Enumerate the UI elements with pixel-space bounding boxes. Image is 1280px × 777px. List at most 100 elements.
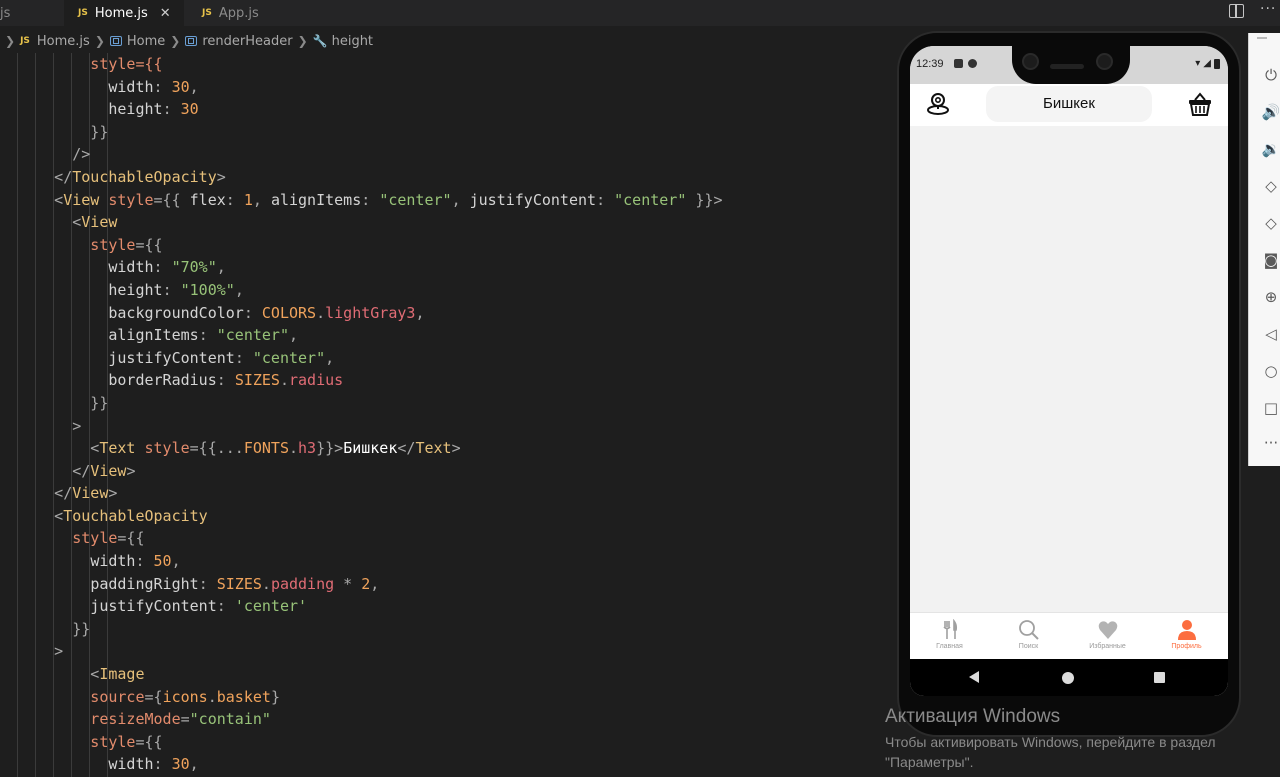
- code-line[interactable]: <View style={{ flex: 1, alignItems: "cen…: [0, 189, 880, 212]
- code-line[interactable]: }}: [0, 392, 880, 415]
- code-line[interactable]: paddingRight: SIZES.padding * 2,: [0, 573, 880, 596]
- code-token: >: [126, 461, 136, 480]
- nav-home-icon[interactable]: [1062, 672, 1074, 684]
- code-line[interactable]: borderRadius: SIZES.radius: [0, 369, 880, 392]
- phone-screen: 12:39 ▾ ◢ Бишкек Главная Поиск Избранные…: [910, 46, 1228, 696]
- app-tab-home[interactable]: Главная: [910, 613, 989, 660]
- code-line[interactable]: style={{: [0, 527, 880, 550]
- code-token: flex: [189, 190, 226, 209]
- code-line[interactable]: height: 30: [0, 98, 880, 121]
- code-line[interactable]: }}: [0, 618, 880, 641]
- code-line[interactable]: <Text style={{...FONTS.h3}}>Бишкек</Text…: [0, 437, 880, 460]
- code-token: ,: [216, 258, 226, 277]
- app-tab-search[interactable]: Поиск: [989, 613, 1068, 660]
- breadcrumb-item-height[interactable]: height: [332, 34, 373, 49]
- code-line[interactable]: justifyContent: "center",: [0, 347, 880, 370]
- code-line[interactable]: >: [0, 415, 880, 438]
- code-token: :: [225, 190, 244, 209]
- code-line[interactable]: <TouchableOpacity: [0, 505, 880, 528]
- code-line[interactable]: resizeMode="contain": [0, 708, 880, 731]
- code-line[interactable]: width: "70%",: [0, 256, 880, 279]
- code-line[interactable]: <Image: [0, 663, 880, 686]
- volume-down-icon[interactable]: 🔉: [1261, 139, 1280, 159]
- code-line[interactable]: width: 30,: [0, 76, 880, 99]
- code-line[interactable]: </View>: [0, 460, 880, 483]
- home-icon[interactable]: ○: [1261, 361, 1280, 381]
- sync-icon: [968, 59, 977, 68]
- code-line[interactable]: </View>: [0, 482, 880, 505]
- breadcrumb-item-render-header[interactable]: renderHeader: [202, 34, 292, 49]
- code-token: }}: [0, 393, 109, 412]
- split-editor-icon[interactable]: [1229, 4, 1244, 18]
- search-icon: [1019, 620, 1039, 640]
- breadcrumb-item-home[interactable]: Home: [127, 34, 165, 49]
- status-time: 12:39: [916, 58, 944, 70]
- breadcrumb-item-file[interactable]: Home.js: [37, 34, 90, 49]
- code-line[interactable]: }}: [0, 121, 880, 144]
- tab-app-js[interactable]: JS App.js: [184, 0, 284, 26]
- basket-icon[interactable]: [1186, 90, 1214, 118]
- drag-handle[interactable]: [1257, 37, 1267, 39]
- code-token: 2: [361, 574, 371, 593]
- code-line[interactable]: source={icons.basket}: [0, 686, 880, 709]
- code-line[interactable]: backgroundColor: COLORS.lightGray3,: [0, 302, 880, 325]
- code-line[interactable]: justifyContent: 'center': [0, 595, 880, 618]
- code-token: 30: [171, 77, 190, 96]
- tab-partial[interactable]: js: [0, 0, 14, 26]
- code-line[interactable]: width: 50,: [0, 550, 880, 573]
- more-actions-icon[interactable]: ···: [1260, 1, 1276, 17]
- code-line[interactable]: style={{: [0, 731, 880, 754]
- nav-recents-icon[interactable]: [1154, 672, 1165, 683]
- app-tab-favorites[interactable]: Избранные: [1068, 613, 1147, 660]
- close-icon[interactable]: ✕: [160, 6, 171, 21]
- volume-up-icon[interactable]: 🔊: [1261, 102, 1280, 122]
- code-token: alignItems: [270, 190, 362, 209]
- app-tab-profile[interactable]: Профиль: [1147, 613, 1226, 660]
- symbol-variable-icon: [185, 36, 198, 46]
- more-icon[interactable]: ···: [1261, 433, 1280, 453]
- code-token: ={{: [117, 529, 145, 548]
- code-token: ={{...: [189, 439, 244, 458]
- zoom-icon[interactable]: ⊕: [1261, 287, 1280, 307]
- code-line[interactable]: width: 30,: [0, 753, 880, 776]
- nav-back-icon[interactable]: [969, 671, 979, 683]
- code-line[interactable]: height: "100%",: [0, 279, 880, 302]
- code-line[interactable]: >: [0, 640, 880, 663]
- rotate-right-icon[interactable]: ◇: [1261, 213, 1280, 233]
- code-token: "center": [252, 348, 326, 367]
- code-token: :: [162, 280, 181, 299]
- power-icon[interactable]: ⏻: [1261, 65, 1280, 85]
- camera-icon[interactable]: ◙: [1261, 250, 1280, 270]
- code-token: ={: [144, 687, 163, 706]
- code-token: />: [0, 145, 91, 164]
- code-line[interactable]: style={{: [0, 53, 880, 76]
- app-tab-label: Главная: [936, 643, 963, 650]
- code-line[interactable]: alignItems: "center",: [0, 324, 880, 347]
- code-line[interactable]: </TouchableOpacity>: [0, 166, 880, 189]
- code-line[interactable]: <View: [0, 211, 880, 234]
- code-token: "contain": [189, 710, 271, 729]
- back-icon[interactable]: ◁: [1261, 324, 1280, 344]
- code-line[interactable]: />: [0, 143, 880, 166]
- chevron-right-icon: ❯: [170, 34, 181, 48]
- code-token: </: [0, 484, 73, 503]
- code-line[interactable]: style={{: [0, 234, 880, 257]
- activation-watermark-line: "Параметры".: [885, 754, 974, 770]
- code-token: paddingRight: [90, 574, 199, 593]
- code-token: FONTS: [243, 439, 289, 458]
- location-icon[interactable]: [924, 90, 952, 118]
- header-city[interactable]: Бишкек: [986, 86, 1152, 122]
- code-editor[interactable]: style={{ width: 30, height: 30 }} /> </T…: [0, 53, 880, 777]
- code-token: >: [216, 167, 226, 186]
- symbol-variable-icon: [109, 36, 122, 46]
- app-content: [910, 126, 1228, 612]
- code-token: ={{: [153, 190, 190, 209]
- code-token: >: [0, 642, 64, 661]
- rotate-left-icon[interactable]: ◇: [1261, 176, 1280, 196]
- js-file-icon: JS: [202, 8, 212, 18]
- overview-icon[interactable]: □: [1261, 398, 1280, 418]
- code-token: "center": [379, 190, 452, 209]
- tab-home-js[interactable]: JS Home.js ✕: [64, 0, 184, 26]
